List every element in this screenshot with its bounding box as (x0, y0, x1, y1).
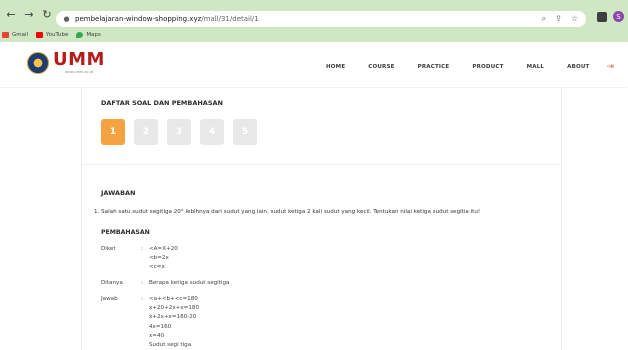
forward-arrow-icon[interactable]: → (22, 7, 36, 21)
umm-seal-icon (27, 51, 49, 74)
diket-line: <c=x (149, 264, 165, 271)
section-divider (81, 164, 562, 165)
ditanya-colon: : (141, 280, 143, 286)
diket-colon: : (141, 246, 143, 252)
diket-line: <A=X+20 (149, 246, 178, 252)
jawab-line: x+20+2x+x=180 (149, 305, 200, 312)
diket-label: Diket (101, 246, 116, 252)
logo-text-block: UMM www.umm.ac.id (53, 49, 105, 75)
logo-text: UMM (53, 49, 105, 70)
diket-lines: <A=X+20 <b=2x <c=x (149, 245, 178, 273)
gmail-icon (2, 32, 9, 38)
menu-practice[interactable]: PRACTICE (418, 64, 450, 70)
logout-icon[interactable]: ⇥ (606, 62, 614, 72)
menu-home[interactable]: HOME (326, 64, 345, 70)
lock-icon: ● (63, 15, 70, 23)
ditanya-lines: Berapa ketiga sudut segitiga (149, 279, 229, 288)
section-title: DAFTAR SOAL DAN PEMBAHASAN (101, 99, 223, 107)
jawab-lines: <a+<b+<c=180 x+20+2x+x=180 x+2x+x=180-20… (149, 295, 199, 350)
diket-line: <b=2x (149, 255, 169, 262)
site-logo[interactable]: UMM www.umm.ac.id (27, 51, 105, 74)
url-host: pembelajaran-window-shopping.xyz (75, 15, 202, 23)
question-number-3[interactable]: 3 (167, 119, 191, 145)
bookmark-label: Gmail (12, 32, 29, 38)
share-icon[interactable]: ⇪ (555, 14, 562, 24)
answer-title: JAWABAN (101, 189, 136, 197)
address-bar[interactable]: ● pembelajaran-window-shopping.xyz/mall/… (56, 11, 586, 27)
jawab-line: x=40 (149, 332, 165, 339)
bookmark-youtube[interactable]: YouTube (36, 32, 68, 38)
browser-toolbar: ← → ↻ ● pembelajaran-window-shopping.xyz… (0, 0, 628, 42)
menu-about[interactable]: ABOUT (567, 64, 589, 70)
bookmark-gmail[interactable]: Gmail (2, 32, 28, 38)
pembahasan-title: PEMBAHASAN (101, 229, 150, 236)
question-number-4[interactable]: 4 (200, 119, 224, 145)
menu-product[interactable]: PRODUCT (472, 64, 503, 70)
jawab-line: <a+<b+<c=180 (149, 296, 198, 302)
url-path: /mall/31/detail/1 (201, 15, 259, 23)
reload-icon[interactable]: ↻ (40, 7, 54, 21)
back-arrow-icon[interactable]: ← (4, 7, 18, 21)
question-text: 1. Salah satu sudut segitiga 20° lebihny… (94, 209, 481, 215)
question-number-list: 1 2 3 4 5 (101, 119, 257, 145)
jawab-line: x+2x+x=180-20 (149, 314, 197, 321)
right-chrome: S (597, 11, 624, 22)
site-header: UMM www.umm.ac.id HOME COURSE PRACTICE P… (0, 42, 628, 87)
menu-mall[interactable]: MALL (527, 64, 545, 70)
bookmark-label: YouTube (46, 32, 69, 38)
jawab-line: Sudut segi tiga (149, 342, 192, 349)
question-number-1[interactable]: 1 (101, 119, 125, 145)
youtube-icon (36, 32, 44, 38)
maps-icon (76, 32, 84, 38)
bookmarks-bar: Gmail YouTube Maps (0, 29, 101, 41)
url-text: pembelajaran-window-shopping.xyz/mall/31… (75, 15, 259, 23)
extension-icon[interactable] (597, 11, 607, 22)
question-number-2[interactable]: 2 (134, 119, 158, 145)
profile-avatar[interactable]: S (613, 11, 624, 22)
search-icon[interactable]: ⌕ (542, 14, 546, 24)
main-menu: HOME COURSE PRACTICE PRODUCT MALL ABOUT … (326, 62, 628, 72)
jawab-label: Jawab (101, 296, 118, 302)
ditanya-label: Ditanya (101, 280, 123, 286)
address-icons: ⌕ ⇪ ☆ (542, 14, 578, 24)
jawab-colon: : (141, 296, 143, 302)
bookmark-label: Maps (86, 32, 101, 38)
star-icon[interactable]: ☆ (571, 14, 578, 24)
jawab-line: 4x=160 (149, 323, 172, 330)
bookmark-maps[interactable]: Maps (76, 32, 101, 38)
menu-course[interactable]: COURSE (368, 64, 394, 70)
question-number-5[interactable]: 5 (233, 119, 257, 145)
ditanya-line: Berapa ketiga sudut segitiga (149, 280, 230, 286)
logo-subtext: www.umm.ac.id (65, 70, 93, 74)
